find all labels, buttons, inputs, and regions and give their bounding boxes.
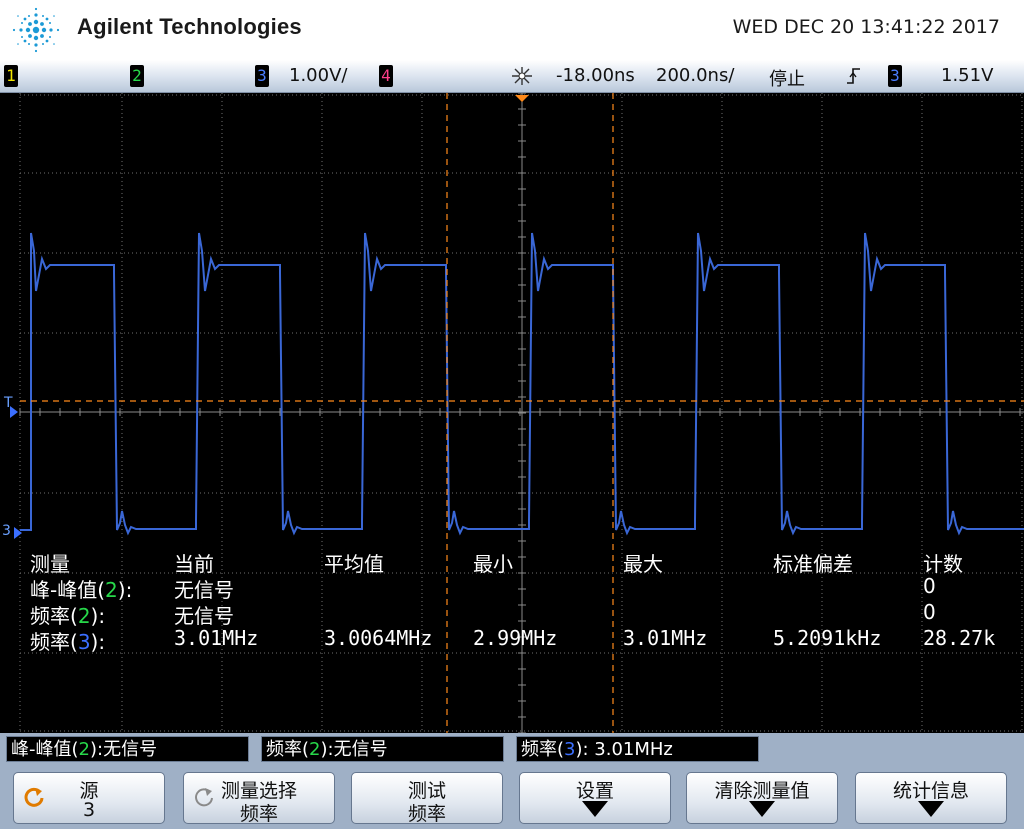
channel-2-indicator[interactable]: 2	[130, 65, 144, 87]
softkey-value: 3	[82, 799, 96, 821]
channel-3-ground-arrow-icon	[14, 527, 22, 539]
row-name: 频率(2):	[30, 604, 106, 628]
softkey-test[interactable]: 测试 频率	[351, 772, 503, 825]
rising-edge-icon	[847, 68, 860, 84]
row-name: 频率(3):	[30, 630, 106, 654]
row-count: 0	[923, 600, 936, 624]
horizontal-delay: -18.00ns	[556, 65, 635, 86]
softkey-label: 设置	[575, 780, 614, 802]
softkey-label: 清除测量值	[714, 780, 810, 802]
brand-name: Agilent Technologies	[77, 14, 302, 39]
header-std-dev: 标准偏差	[773, 552, 853, 576]
agilent-spark-logo-icon	[12, 7, 60, 53]
channel-1-indicator[interactable]: 1	[4, 65, 18, 87]
channel-3-marker-label: 3	[2, 523, 11, 539]
row-max: 3.01MHz	[623, 626, 708, 650]
softkey-settings[interactable]: 设置	[519, 772, 671, 824]
row-name: 峰-峰值(2):	[30, 578, 133, 602]
row-current: 无信号	[174, 604, 234, 628]
softkey-value: 频率	[239, 803, 278, 825]
run-stop-state: 停止	[769, 69, 805, 90]
softkey-measurement-select[interactable]: 测量选择 频率	[183, 772, 335, 825]
trigger-time-marker-icon	[515, 95, 529, 102]
table-row: 频率(3): 3.01MHz 3.0064MHz 2.99MHz 3.01MHz…	[30, 626, 1020, 654]
measurement-readout[interactable]: 频率(2):无信号	[261, 736, 504, 762]
softkey-source[interactable]: 源 3	[13, 772, 165, 824]
header-current: 当前	[174, 552, 214, 576]
status-bar: 1 2 3 1.00V/ 4 -18.00ns 200.0ns/ 停止 3 1.…	[0, 60, 1024, 93]
trigger-source-indicator[interactable]: 3	[888, 65, 902, 87]
table-header-row: 测量 当前 平均值 最小 最大 标准偏差 计数	[30, 548, 1020, 576]
row-min: 2.99MHz	[473, 626, 558, 650]
trigger-marker-label: T	[4, 395, 13, 411]
header-mean: 平均值	[324, 552, 384, 576]
header-measurement: 测量	[30, 552, 70, 576]
row-std: 5.2091kHz	[773, 626, 882, 650]
measurement-readout[interactable]: 峰-峰值(2):无信号	[6, 736, 249, 762]
table-row: 频率(2): 无信号 0	[30, 600, 1020, 628]
row-current: 无信号	[174, 578, 234, 602]
table-row: 峰-峰值(2): 无信号 0	[30, 574, 1020, 602]
row-mean: 3.0064MHz	[324, 626, 433, 650]
date-time: WED DEC 20 13:41:22 2017	[732, 16, 1000, 38]
down-arrow-icon	[749, 801, 775, 817]
channel-4-indicator[interactable]: 4	[379, 65, 393, 87]
channel-3-indicator[interactable]: 3	[255, 65, 269, 87]
down-arrow-icon	[918, 801, 944, 817]
row-count: 28.27k	[923, 626, 996, 650]
trigger-level: 1.51V	[941, 65, 994, 86]
softkey-label: 统计信息	[892, 780, 969, 802]
softkey-panel: 峰-峰值(2):无信号 频率(2):无信号 频率(3): 3.01MHz 源 3…	[0, 733, 1024, 829]
softkey-clear-measurements[interactable]: 清除测量值	[686, 772, 838, 824]
down-arrow-icon	[582, 801, 608, 817]
softkey-statistics[interactable]: 统计信息	[855, 772, 1007, 824]
trigger-position-icon	[512, 67, 532, 85]
softkey-value: 频率	[407, 803, 446, 825]
header: Agilent Technologies WED DEC 20 13:41:22…	[0, 0, 1024, 60]
channel-3-scale: 1.00V/	[289, 65, 348, 86]
measurement-readout[interactable]: 频率(3): 3.01MHz	[516, 736, 759, 762]
timebase-scale: 200.0ns/	[656, 65, 735, 86]
row-count: 0	[923, 574, 936, 598]
header-min: 最小	[473, 552, 513, 576]
header-max: 最大	[623, 552, 663, 576]
row-current: 3.01MHz	[174, 626, 259, 650]
header-count: 计数	[923, 552, 963, 576]
